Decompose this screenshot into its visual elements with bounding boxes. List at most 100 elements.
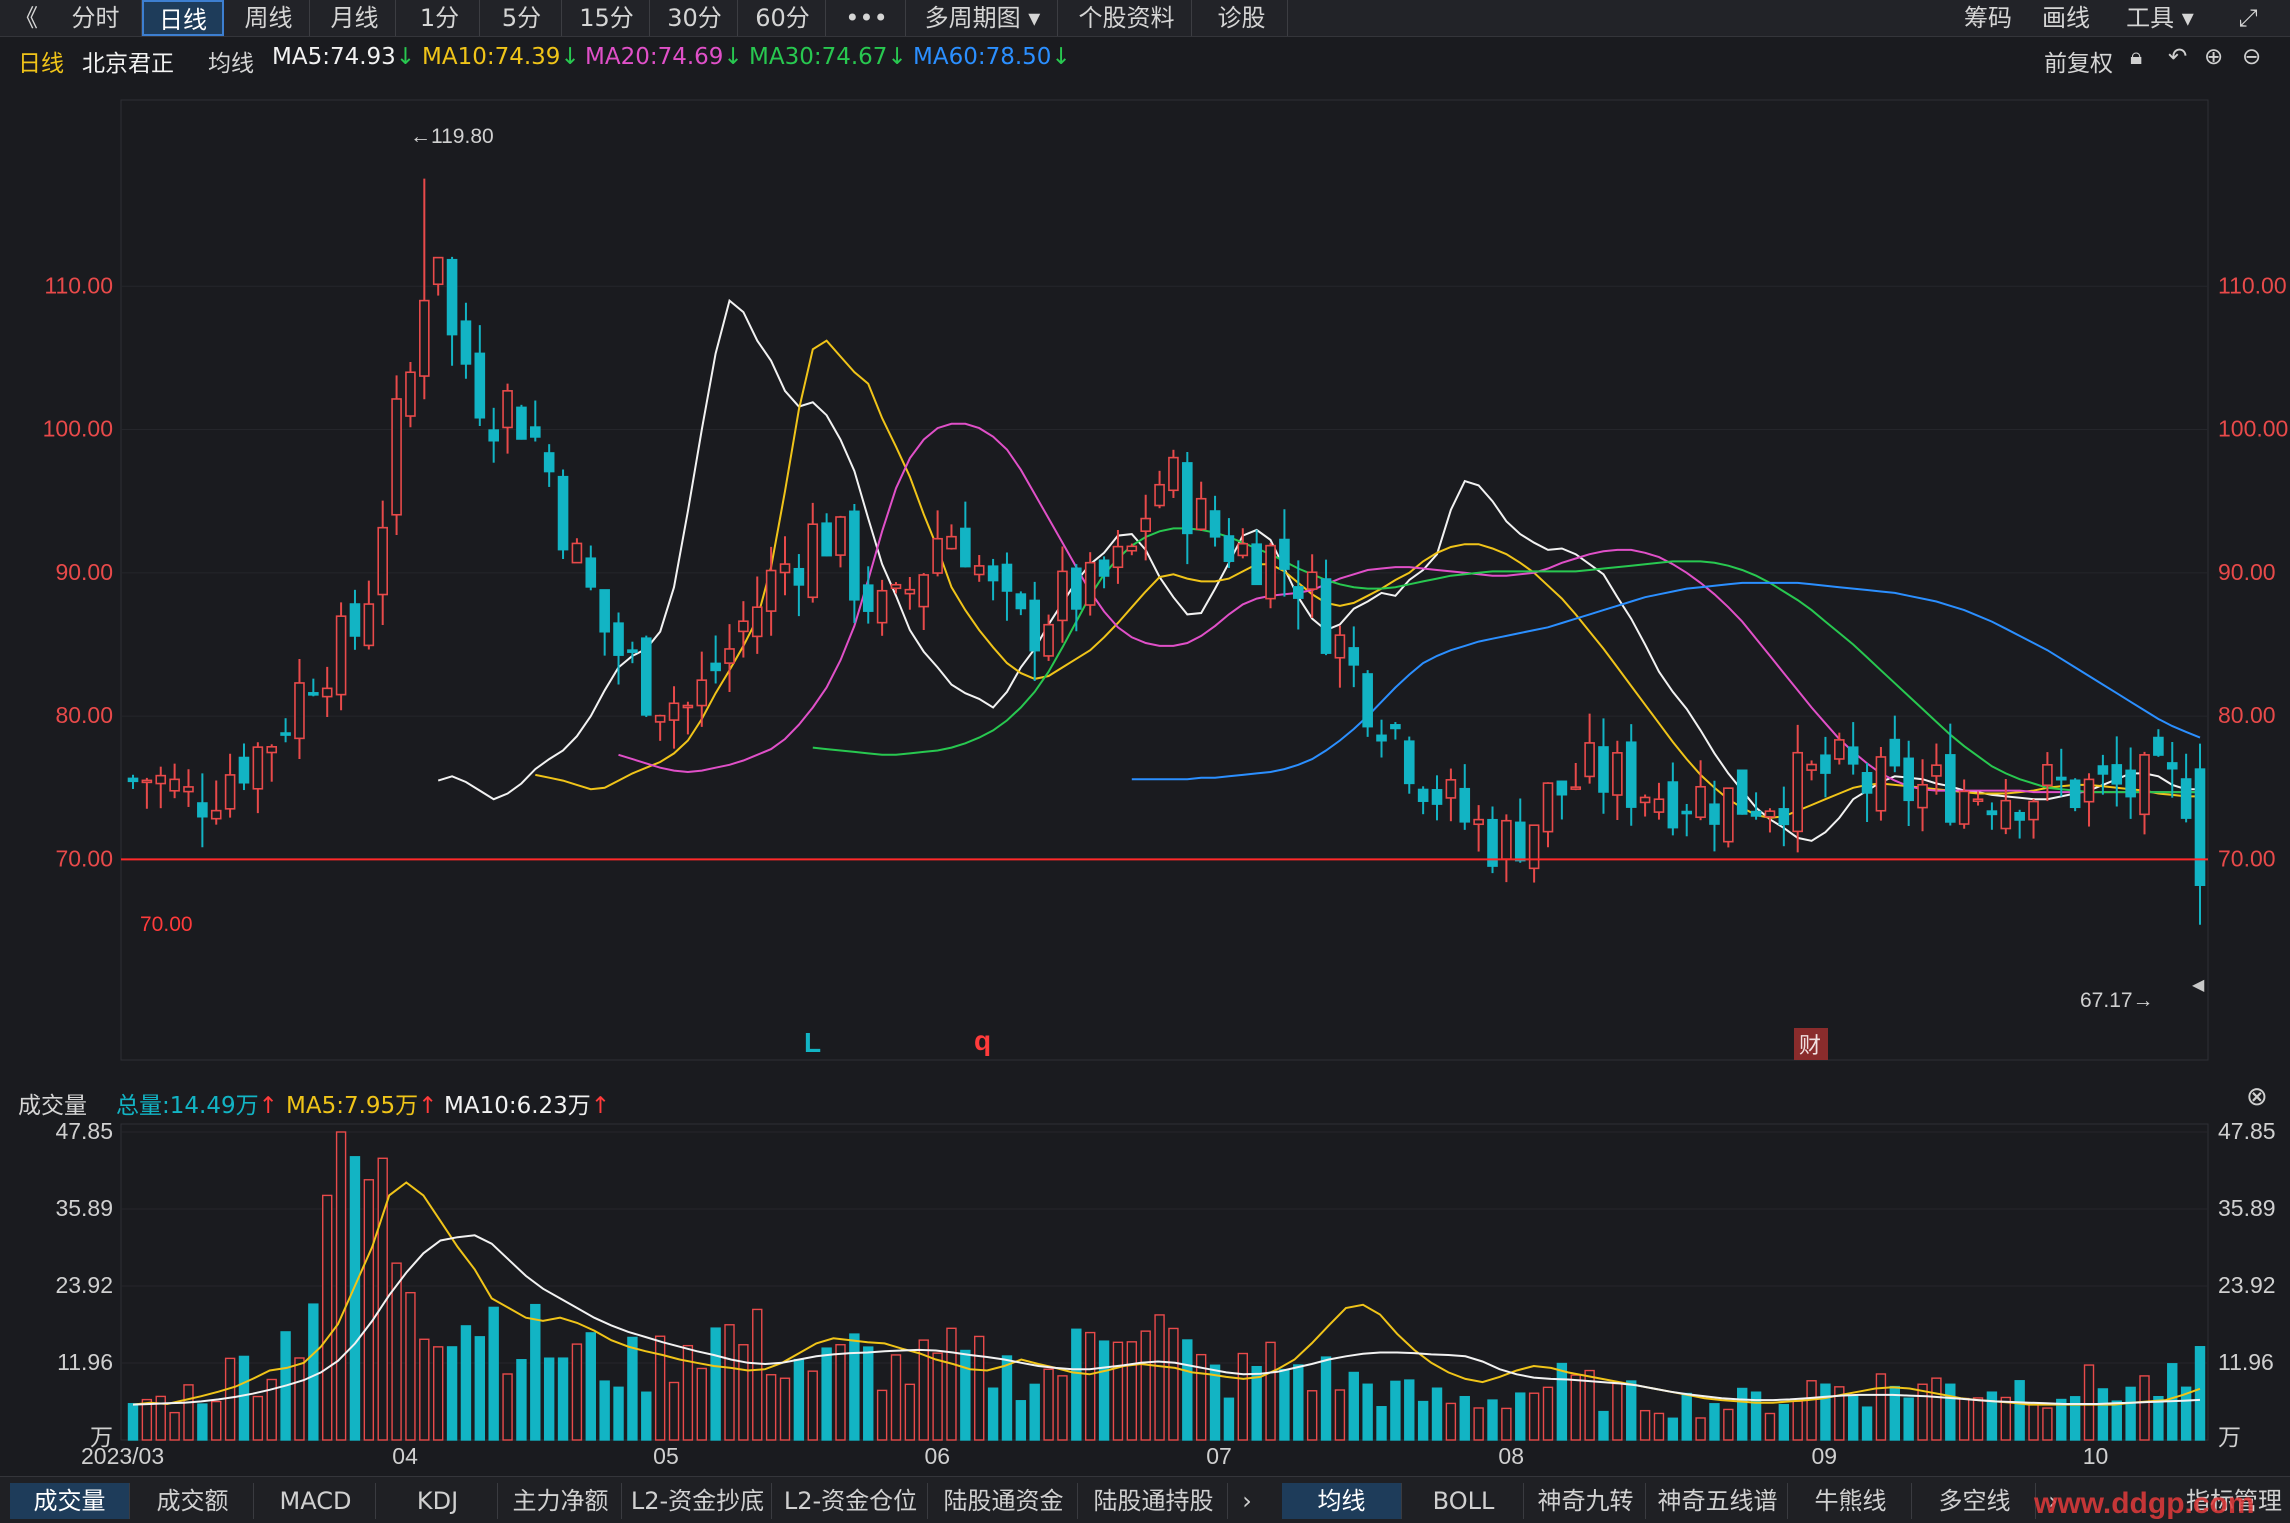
- candle[interactable]: [197, 802, 208, 818]
- candle[interactable]: [724, 648, 735, 664]
- volume-bar[interactable]: [197, 1403, 208, 1441]
- volume-bar[interactable]: [835, 1344, 846, 1441]
- volume-bar[interactable]: [322, 1194, 333, 1441]
- candle[interactable]: [710, 662, 721, 672]
- volume-bar[interactable]: [2194, 1346, 2206, 1441]
- volume-bar[interactable]: [1334, 1389, 1346, 1441]
- volume-bar[interactable]: [335, 1131, 347, 1441]
- candle[interactable]: [2042, 764, 2053, 787]
- tab-30min[interactable]: 30分: [652, 0, 738, 36]
- volume-bar[interactable]: [1140, 1330, 1151, 1441]
- volume-bar[interactable]: [2042, 1407, 2053, 1441]
- volume-bar[interactable]: [1598, 1410, 1609, 1441]
- tab-hk-connect-hold[interactable]: 陆股通持股: [1080, 1483, 1228, 1519]
- candle[interactable]: [446, 258, 458, 336]
- candle[interactable]: [1084, 561, 1096, 606]
- volume-bar[interactable]: [1986, 1391, 1998, 1441]
- candle[interactable]: [530, 426, 541, 438]
- candle[interactable]: [2139, 754, 2150, 816]
- volume-bar[interactable]: [654, 1335, 666, 1441]
- tab-1min[interactable]: 1分: [400, 0, 480, 36]
- volume-bar[interactable]: [2097, 1388, 2109, 1441]
- volume-bar[interactable]: [876, 1389, 888, 1441]
- volume-bar[interactable]: [765, 1374, 777, 1441]
- candle[interactable]: [1778, 808, 1790, 826]
- candle[interactable]: [1501, 819, 1512, 860]
- volume-bar[interactable]: [1681, 1392, 1692, 1441]
- candle[interactable]: [807, 523, 819, 599]
- back-button[interactable]: 《: [6, 0, 46, 36]
- candle[interactable]: [155, 774, 167, 785]
- candle[interactable]: [1625, 741, 1637, 808]
- tab-15min[interactable]: 15分: [564, 0, 650, 36]
- volume-bar[interactable]: [224, 1357, 236, 1441]
- candle[interactable]: [918, 574, 930, 608]
- signal-marker-l[interactable]: L: [804, 1027, 821, 1058]
- candle[interactable]: [1473, 818, 1484, 826]
- candle[interactable]: [169, 778, 180, 792]
- volume-bar[interactable]: [849, 1333, 860, 1441]
- volume-bar[interactable]: [1709, 1403, 1720, 1441]
- signal-marker-q[interactable]: q: [974, 1025, 991, 1056]
- volume-bar[interactable]: [1098, 1340, 1110, 1441]
- candle[interactable]: [405, 371, 416, 417]
- candle[interactable]: [932, 537, 943, 574]
- candle[interactable]: [1292, 586, 1304, 599]
- volume-bar[interactable]: [1903, 1397, 1914, 1441]
- volume-bar[interactable]: [1612, 1382, 1623, 1441]
- volume-bar[interactable]: [1376, 1406, 1387, 1441]
- volume-bar[interactable]: [1043, 1368, 1054, 1441]
- volume-bar[interactable]: [1639, 1409, 1651, 1441]
- lock-icon[interactable]: 🔒︎: [2130, 44, 2142, 70]
- volume-bar[interactable]: [1626, 1380, 1637, 1441]
- candle[interactable]: [904, 588, 916, 595]
- candle[interactable]: [946, 535, 957, 550]
- candle[interactable]: [1306, 571, 1318, 590]
- volume-bar[interactable]: [1515, 1392, 1526, 1441]
- chips-button[interactable]: 筹码: [1952, 0, 2024, 36]
- volume-bar[interactable]: [1223, 1397, 1235, 1441]
- candle[interactable]: [1265, 544, 1276, 600]
- volume-bar[interactable]: [1126, 1341, 1138, 1441]
- candle[interactable]: [1015, 593, 1027, 610]
- volume-bar[interactable]: [1667, 1417, 1679, 1441]
- candle[interactable]: [1320, 578, 1332, 654]
- volume-bar[interactable]: [1723, 1408, 1734, 1441]
- candle[interactable]: [1029, 599, 1041, 652]
- candle[interactable]: [1279, 538, 1290, 570]
- stock-profile-button[interactable]: 个股资料: [1062, 0, 1192, 36]
- volume-bar[interactable]: [1528, 1392, 1540, 1441]
- volume-bar[interactable]: [1958, 1397, 1970, 1441]
- candle[interactable]: [2028, 800, 2039, 821]
- candle[interactable]: [1653, 798, 1665, 813]
- volume-bar[interactable]: [1071, 1328, 1082, 1441]
- candle[interactable]: [2166, 762, 2178, 770]
- candle[interactable]: [1140, 517, 1151, 532]
- candle[interactable]: [2125, 769, 2136, 798]
- volume-bar[interactable]: [2014, 1380, 2025, 1441]
- volume-bar[interactable]: [1653, 1412, 1665, 1441]
- candle[interactable]: [1445, 779, 1457, 799]
- candle[interactable]: [1390, 724, 1401, 730]
- candle[interactable]: [751, 606, 763, 638]
- candle[interactable]: [460, 320, 472, 365]
- candle[interactable]: [696, 679, 708, 707]
- candle[interactable]: [1112, 545, 1124, 569]
- candle[interactable]: [1709, 803, 1720, 825]
- volume-bar[interactable]: [1820, 1383, 1831, 1441]
- volume-bar[interactable]: [946, 1327, 957, 1441]
- candle[interactable]: [585, 557, 597, 588]
- candle[interactable]: [571, 542, 583, 564]
- candle[interactable]: [1820, 754, 1831, 774]
- tab-60min[interactable]: 60分: [740, 0, 826, 36]
- volume-bar[interactable]: [863, 1346, 874, 1441]
- volume-bar[interactable]: [1945, 1383, 1956, 1441]
- chevron-right-icon[interactable]: ›: [1232, 1483, 1262, 1519]
- candle[interactable]: [1750, 810, 1762, 817]
- candle[interactable]: [627, 649, 638, 653]
- volume-bar[interactable]: [1112, 1341, 1124, 1441]
- candle[interactable]: [1348, 647, 1360, 666]
- candle[interactable]: [502, 390, 513, 429]
- candle[interactable]: [432, 256, 444, 286]
- candle[interactable]: [2083, 778, 2095, 803]
